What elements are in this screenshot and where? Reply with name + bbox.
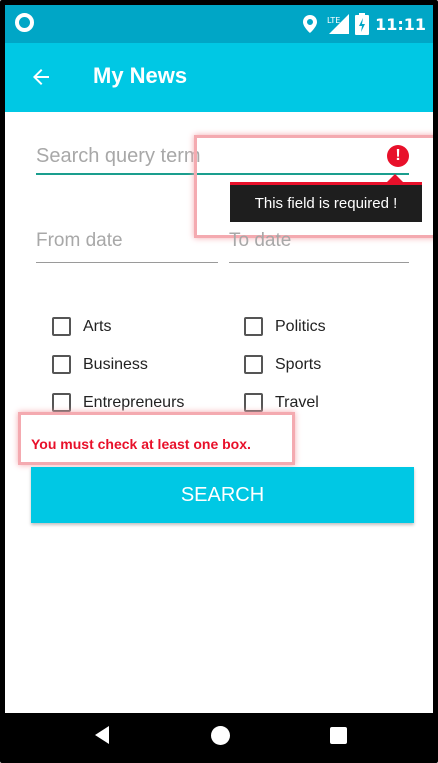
navigation-bar bbox=[5, 713, 434, 758]
app-bar: My News bbox=[5, 43, 434, 112]
app-screen: LTE 11:11 My News ! This field is requir… bbox=[5, 5, 434, 758]
checkbox-travel[interactable]: Travel bbox=[244, 393, 319, 412]
location-icon bbox=[303, 15, 318, 33]
nav-home-icon[interactable] bbox=[211, 726, 230, 745]
to-date-placeholder: To date bbox=[229, 230, 292, 251]
checkbox-politics[interactable]: Politics bbox=[244, 317, 326, 336]
checkbox-box[interactable] bbox=[52, 393, 71, 412]
status-bar: LTE 11:11 bbox=[5, 5, 434, 43]
checkbox-box[interactable] bbox=[244, 393, 263, 412]
from-date-underline bbox=[36, 262, 218, 263]
checkbox-business[interactable]: Business bbox=[52, 355, 148, 374]
checkbox-label: Arts bbox=[83, 317, 112, 335]
checkbox-box[interactable] bbox=[244, 317, 263, 336]
checkbox-label: Business bbox=[83, 355, 148, 373]
from-date-field[interactable]: From date bbox=[36, 230, 218, 264]
tooltip-arrow bbox=[387, 174, 403, 182]
checkbox-entrepreneurs[interactable]: Entrepreneurs bbox=[52, 393, 184, 412]
from-date-placeholder: From date bbox=[36, 230, 123, 251]
checkbox-box[interactable] bbox=[52, 355, 71, 374]
checkbox-label: Travel bbox=[275, 393, 319, 411]
error-tooltip: This field is required ! bbox=[230, 182, 422, 222]
battery-icon bbox=[355, 13, 370, 35]
to-date-underline bbox=[229, 262, 409, 263]
nav-recents-icon[interactable] bbox=[330, 727, 347, 744]
status-right: LTE 11:11 bbox=[303, 12, 426, 36]
checkbox-box[interactable] bbox=[244, 355, 263, 374]
search-button[interactable]: SEARCH bbox=[31, 467, 414, 523]
status-time: 11:11 bbox=[375, 14, 426, 34]
checkbox-error-message: You must check at least one box. bbox=[31, 436, 251, 452]
page-title: My News bbox=[93, 63, 188, 88]
signal-icon: LTE bbox=[327, 14, 350, 34]
checkbox-label: Politics bbox=[275, 317, 326, 335]
checkbox-label: Entrepreneurs bbox=[83, 393, 185, 411]
to-date-field[interactable]: To date bbox=[229, 230, 409, 264]
checkbox-label: Sports bbox=[275, 355, 322, 373]
checkbox-box[interactable] bbox=[52, 317, 71, 336]
back-arrow-icon[interactable] bbox=[29, 65, 53, 89]
nav-back-icon[interactable] bbox=[95, 726, 109, 744]
checkbox-sports[interactable]: Sports bbox=[244, 355, 321, 374]
notification-circle-icon bbox=[15, 13, 34, 32]
checkbox-arts[interactable]: Arts bbox=[52, 317, 111, 336]
network-type-label: LTE bbox=[327, 16, 340, 25]
